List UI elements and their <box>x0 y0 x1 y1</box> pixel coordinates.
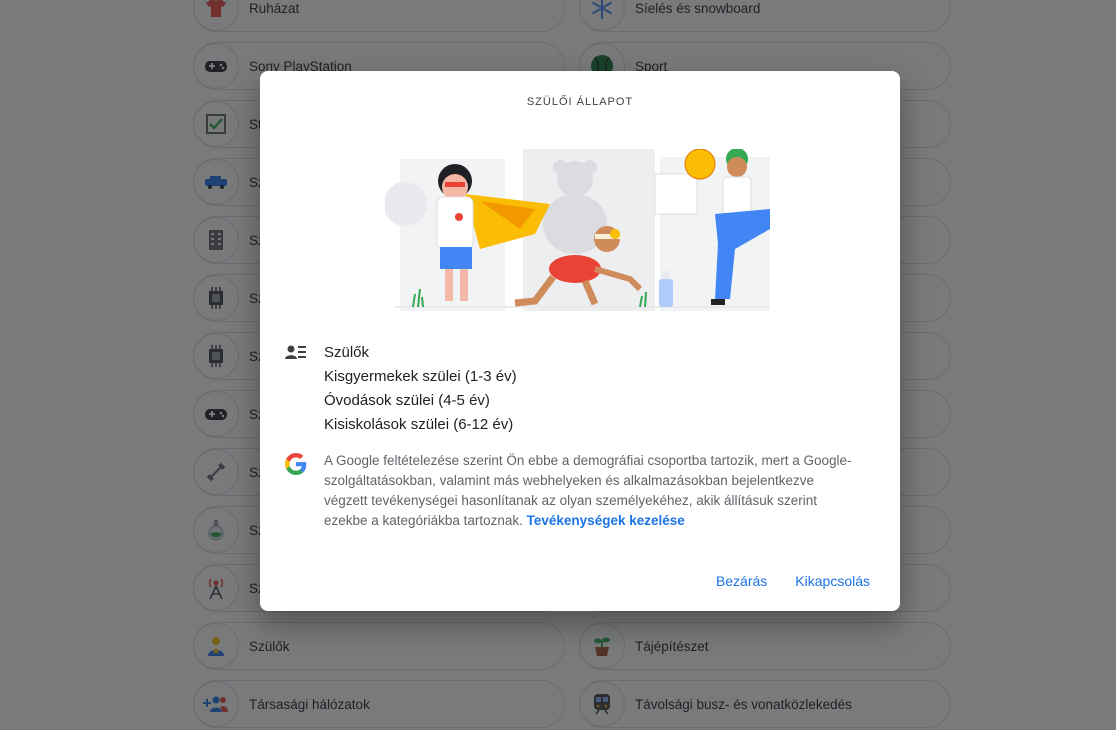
google-logo-icon <box>285 453 307 475</box>
people-list-icon <box>285 345 306 359</box>
category-item: Szülők <box>324 344 370 361</box>
category-item: Óvodások szülei (4-5 év) <box>324 392 490 409</box>
dialog-title: SZÜLŐI ÁLLAPOT <box>526 96 634 108</box>
parental-status-dialog: SZÜLŐI ÁLLAPOT Szülők Kisgyermekek szüle… <box>260 71 900 611</box>
explanation-text: A Google feltételezése szerint Ön ebbe a… <box>324 451 854 531</box>
turn-off-button[interactable]: Kikapcsolás <box>795 573 870 589</box>
close-button[interactable]: Bezárás <box>716 573 767 589</box>
family-illustration <box>385 149 770 311</box>
category-item: Kisiskolások szülei (6-12 év) <box>324 416 514 433</box>
manage-activity-link[interactable]: Tevékenységek kezelése <box>527 513 685 528</box>
category-item: Kisgyermekek szülei (1-3 év) <box>324 368 517 385</box>
category-list: Szülők Kisgyermekek szülei (1-3 év) Óvod… <box>324 341 517 437</box>
dialog-actions: Bezárás Kikapcsolás <box>716 573 870 589</box>
